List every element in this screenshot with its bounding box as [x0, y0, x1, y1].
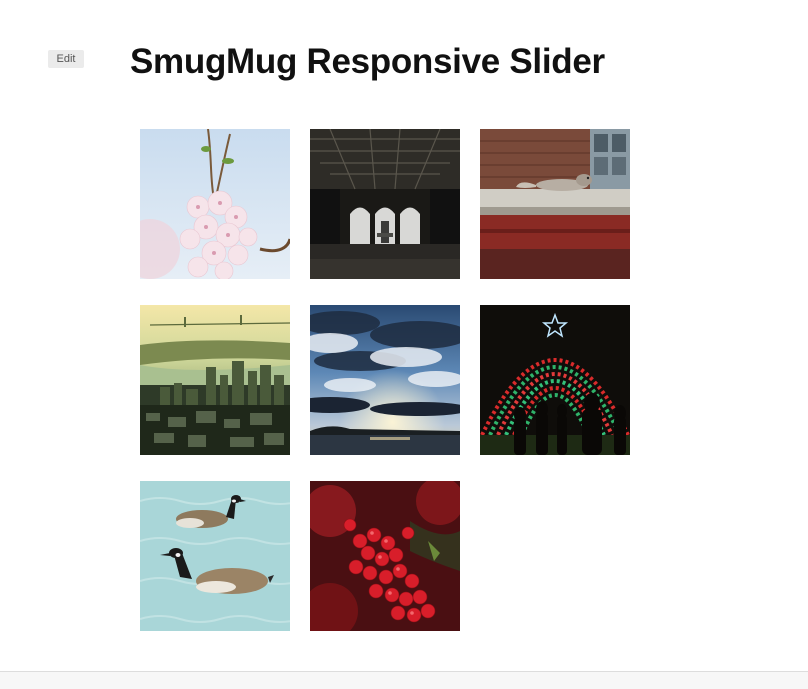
gallery-photo-light-tunnel[interactable] — [480, 305, 630, 455]
tunnel-image — [310, 129, 460, 279]
gallery-photo-red-berries[interactable] — [310, 481, 460, 631]
edit-button[interactable]: Edit — [48, 50, 84, 68]
red-berries-image — [310, 481, 460, 631]
city-skyline-image — [140, 305, 290, 455]
sunset-clouds-image — [310, 305, 460, 455]
gallery-photo-cherry-blossoms[interactable] — [140, 129, 290, 279]
photo-gallery — [140, 129, 630, 631]
geese-image — [140, 481, 290, 631]
cherry-blossom-image — [140, 129, 290, 279]
gallery-photo-city-skyline[interactable] — [140, 305, 290, 455]
light-tunnel-image — [480, 305, 630, 455]
page-title: SmugMug Responsive Slider — [130, 42, 605, 81]
gallery-photo-geese[interactable] — [140, 481, 290, 631]
gallery-photo-sunset-clouds[interactable] — [310, 305, 460, 455]
gallery-photo-squirrel[interactable] — [480, 129, 630, 279]
squirrel-image — [480, 129, 630, 279]
page: Edit SmugMug Responsive Slider — [0, 0, 808, 689]
gallery-photo-tunnel[interactable] — [310, 129, 460, 279]
footer-bar — [0, 671, 808, 689]
